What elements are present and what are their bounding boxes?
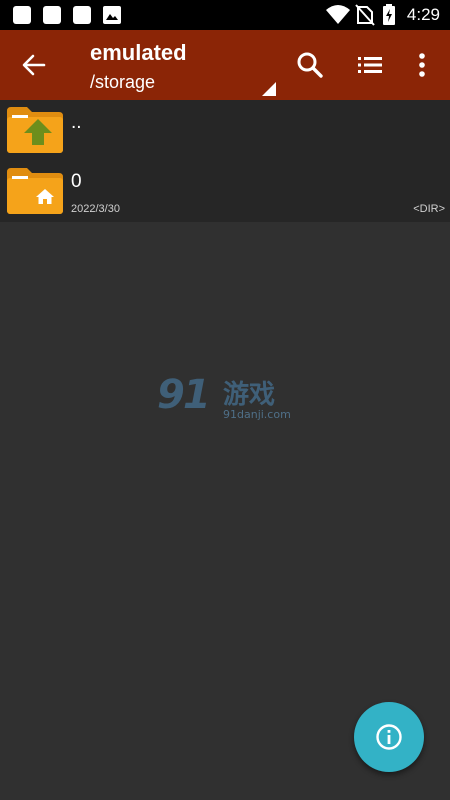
watermark-url: 91danji.com — [223, 408, 291, 421]
folder-home-icon — [7, 168, 63, 214]
notification-icon — [13, 6, 31, 24]
toolbar-title: emulated — [90, 40, 187, 65]
file-type: <DIR> — [413, 203, 445, 215]
watermark-number: 91 — [157, 372, 211, 418]
battery-charging-icon — [383, 4, 395, 25]
toolbar-path[interactable]: /storage — [90, 72, 155, 93]
file-name: 0 — [71, 171, 82, 192]
file-date: 2022/3/30 — [71, 203, 120, 215]
notification-icon — [43, 6, 61, 24]
image-icon — [103, 6, 121, 24]
folder-up-icon — [7, 107, 63, 153]
status-time: 4:29 — [406, 5, 440, 24]
more-vert-icon[interactable] — [406, 49, 438, 81]
wifi-icon — [326, 5, 350, 24]
search-icon[interactable] — [294, 49, 326, 81]
notification-icon — [73, 6, 91, 24]
back-arrow-icon[interactable] — [16, 47, 52, 83]
watermark-chinese: 游戏 — [223, 380, 276, 410]
file-name: .. — [71, 112, 82, 133]
status-bar: 4:29 — [0, 0, 450, 30]
file-list: .. 0 2022/3/30 <DIR> — [0, 100, 450, 222]
no-sim-icon — [355, 4, 375, 26]
list-view-icon[interactable] — [354, 49, 386, 81]
watermark-logo: 91 游戏 91danji.com — [155, 372, 295, 428]
dropdown-triangle-icon[interactable] — [262, 82, 276, 96]
info-fab-button[interactable] — [354, 702, 424, 772]
info-icon — [376, 724, 402, 750]
list-item-folder[interactable]: 0 2022/3/30 <DIR> — [0, 160, 450, 222]
list-item-parent-folder[interactable]: .. — [0, 100, 450, 160]
toolbar: emulated /storage — [0, 30, 450, 100]
